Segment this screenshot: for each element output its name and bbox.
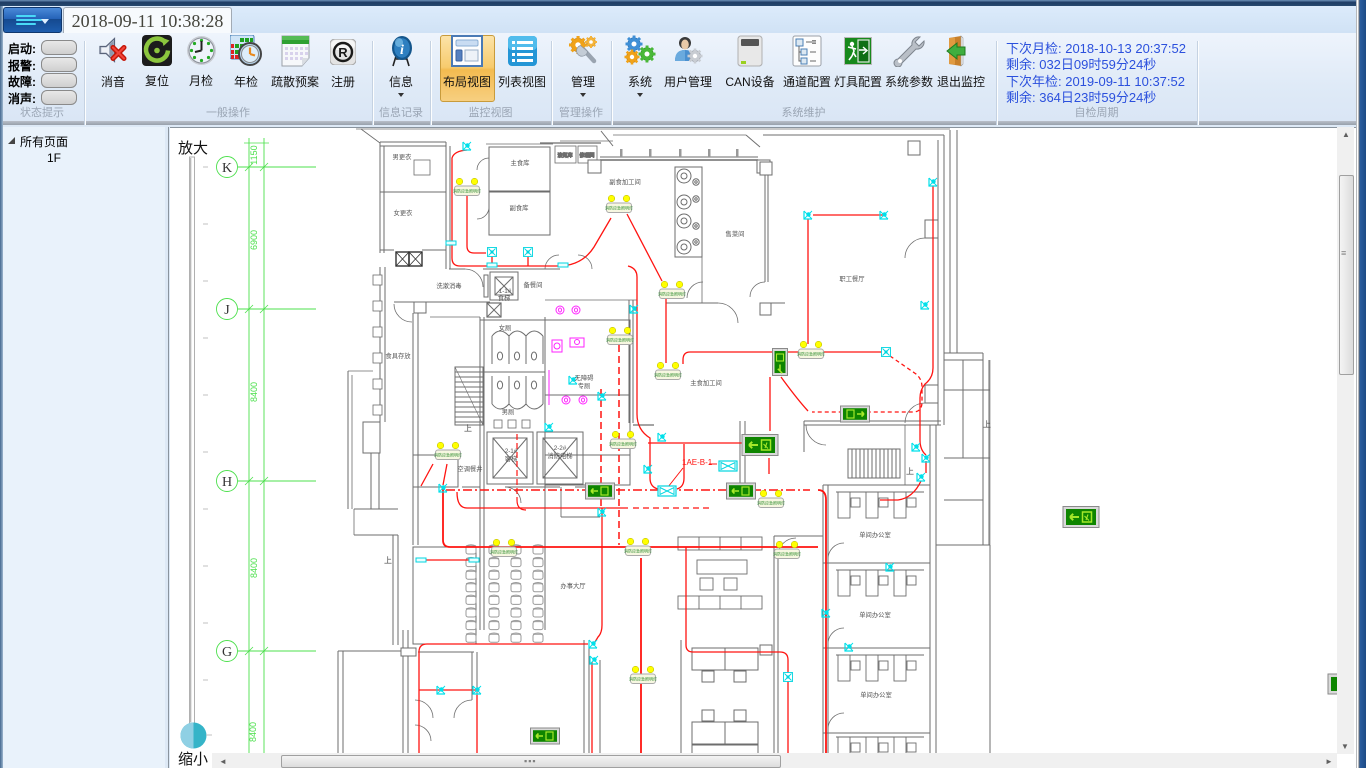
svg-text:男更衣: 男更衣 <box>393 152 413 161</box>
svg-text:K: K <box>222 161 232 176</box>
svg-text:洗漱消毒: 洗漱消毒 <box>436 281 462 290</box>
svg-text:无障碍: 无障碍 <box>575 373 595 382</box>
svg-text:女厕: 女厕 <box>499 323 512 332</box>
svg-text:上: 上 <box>464 424 472 433</box>
svg-text:8400: 8400 <box>249 382 259 402</box>
svg-text:6900: 6900 <box>249 230 259 250</box>
svg-text:8400: 8400 <box>249 558 259 578</box>
svg-text:1-1#: 1-1# <box>499 288 512 295</box>
svg-text:修理间: 修理间 <box>579 152 594 159</box>
svg-text:办事大厅: 办事大厅 <box>560 581 585 590</box>
svg-text:1150: 1150 <box>249 145 259 164</box>
svg-text:单间办公室: 单间办公室 <box>859 530 890 539</box>
svg-text:上: 上 <box>906 467 914 476</box>
svg-text:缩小: 缩小 <box>178 751 208 768</box>
svg-text:专厕: 专厕 <box>578 381 591 390</box>
svg-text:职工餐厅: 职工餐厅 <box>839 274 864 283</box>
svg-text:J: J <box>224 303 230 318</box>
svg-text:售菜间: 售菜间 <box>726 229 745 238</box>
svg-text:上: 上 <box>983 420 991 429</box>
svg-text:i: i <box>400 43 404 58</box>
svg-text:副食库: 副食库 <box>510 203 529 212</box>
svg-text:副食加工间: 副食加工间 <box>609 177 640 186</box>
svg-text:G: G <box>222 645 232 660</box>
svg-text:主食库: 主食库 <box>511 158 530 167</box>
svg-text:单间办公室: 单间办公室 <box>859 610 890 619</box>
svg-text:备餐间: 备餐间 <box>524 280 543 289</box>
svg-text:食梯: 食梯 <box>498 293 511 302</box>
svg-text:客梯: 客梯 <box>505 454 518 463</box>
svg-text:2-2#: 2-2# <box>554 445 567 452</box>
svg-text:上: 上 <box>384 556 392 565</box>
svg-text:8400: 8400 <box>248 722 258 742</box>
svg-text:消防电梯: 消防电梯 <box>547 451 572 460</box>
svg-text:主食加工间: 主食加工间 <box>690 378 721 387</box>
svg-text:H: H <box>222 475 232 490</box>
svg-text:1AE-B-1: 1AE-B-1 <box>682 458 713 467</box>
svg-text:2-1#: 2-1# <box>505 448 518 455</box>
svg-text:单间办公室: 单间办公室 <box>860 690 891 699</box>
svg-text:放大: 放大 <box>178 140 208 157</box>
svg-text:液氮库: 液氮库 <box>557 152 572 159</box>
svg-text:男厕: 男厕 <box>502 408 515 416</box>
svg-text:R: R <box>338 45 348 60</box>
svg-text:食具存放: 食具存放 <box>385 351 411 360</box>
svg-text:女更衣: 女更衣 <box>394 208 414 217</box>
svg-text:空调餐井: 空调餐井 <box>457 464 482 473</box>
